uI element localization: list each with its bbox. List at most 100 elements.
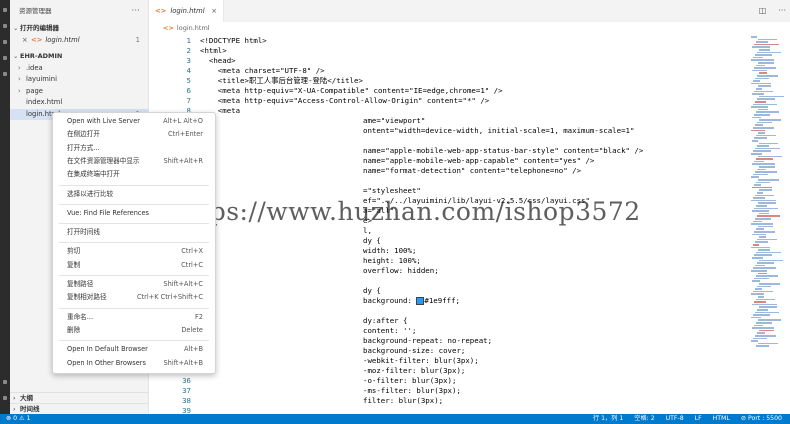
search-icon[interactable] <box>3 24 7 28</box>
minimap-line <box>753 173 768 176</box>
menu-item[interactable]: Open In Default Browser Alt+B <box>53 343 215 356</box>
menu-item[interactable]: 复制 Ctrl+C <box>53 259 215 272</box>
minimap-line <box>755 171 777 173</box>
menu-item-label: 在文件资源管理器中显示 <box>67 156 140 165</box>
chevron-right-icon: › <box>18 63 21 72</box>
editor-actions: ◫ ··· <box>747 0 786 22</box>
menu-item[interactable]: 在文件资源管理器中显示 Shift+Alt+R <box>53 155 215 168</box>
menu-item-shortcut: Ctrl+K Ctrl+Shift+C <box>136 293 203 302</box>
menu-separator <box>59 242 209 244</box>
menu-item[interactable]: 删除 Delete <box>53 324 215 337</box>
close-tab-icon[interactable]: × <box>211 0 217 22</box>
code-line: ="stylesheet" <box>363 186 421 195</box>
settings-gear-icon[interactable] <box>3 396 7 400</box>
menu-item-shortcut: Shift+Alt+C <box>163 280 203 288</box>
timeline-label: 时间线 <box>20 405 40 413</box>
minimap-line <box>759 212 769 215</box>
explorer-icon[interactable] <box>3 8 7 12</box>
menu-item[interactable]: 复制路径 Shift+Alt+C <box>53 278 215 291</box>
tab-login-html[interactable]: <> login.html × <box>149 0 224 22</box>
tab-label: login.html <box>170 7 205 15</box>
more-actions-icon[interactable]: ··· <box>131 0 140 22</box>
minimap-line <box>759 306 777 308</box>
menu-item[interactable]: Open In Other Browsers Shift+Alt+B <box>53 357 215 370</box>
indentation[interactable]: 空格: 2 <box>634 415 654 422</box>
minimap-line <box>759 283 780 285</box>
minimap-line <box>752 303 777 306</box>
minimap-line <box>758 202 776 204</box>
source-control-icon[interactable] <box>3 40 7 44</box>
minimap-line <box>756 322 772 324</box>
split-editor-icon[interactable]: ◫ <box>759 6 767 15</box>
menu-item[interactable]: 在集成终端中打开 <box>53 168 215 181</box>
tree-item-page[interactable]: › page <box>10 86 148 98</box>
code-line: -o-filter: blur(3px); <box>363 376 457 385</box>
menu-item-label: 在侧边打开 <box>67 130 100 139</box>
encoding[interactable]: UTF-8 <box>666 415 684 422</box>
account-icon[interactable] <box>3 380 7 384</box>
code-line: <html> <box>200 46 227 55</box>
close-icon[interactable]: × <box>22 35 31 47</box>
menu-item[interactable]: 复制相对路径 Ctrl+K Ctrl+Shift+C <box>53 291 215 304</box>
code-line: dy { <box>363 286 381 295</box>
menu-item[interactable]: 在侧边打开 Ctrl+Enter <box>53 128 215 141</box>
minimap-line <box>751 176 759 178</box>
tree-item-idea[interactable]: › .idea <box>10 63 148 75</box>
open-editors-label: 打开的编辑器 <box>20 24 59 32</box>
debug-icon[interactable] <box>3 56 7 60</box>
minimap-line <box>755 241 768 243</box>
minimap-line <box>759 329 774 332</box>
open-editors-section[interactable]: ⌄ 打开的编辑器 <box>10 22 148 35</box>
code-line: dy { <box>363 236 381 245</box>
menu-item[interactable]: 重命名... F2 <box>53 311 215 324</box>
minimap-line <box>756 111 779 113</box>
minimap-line <box>757 309 768 311</box>
minimap-line <box>758 342 778 345</box>
minimap-line <box>757 145 769 147</box>
cursor-position[interactable]: 行 1，列 1 <box>593 415 623 422</box>
minimap-line <box>755 124 763 126</box>
menu-item[interactable]: 打开时间线 <box>53 226 215 239</box>
minimap[interactable] <box>749 34 790 414</box>
project-section[interactable]: ⌄ EHR-ADMIN <box>10 50 148 63</box>
html-file-icon: <> <box>163 24 174 32</box>
code-line: <meta http-equiv="Access-Control-Allow-O… <box>200 96 490 105</box>
minimap-line <box>751 270 767 272</box>
minimap-line <box>753 267 776 269</box>
menu-separator <box>59 184 209 186</box>
explorer-header: 资源管理器 ··· <box>10 0 148 22</box>
menu-item-shortcut: Delete <box>181 325 203 334</box>
minimap-line <box>751 153 762 155</box>
menu-item[interactable]: 剪切 Ctrl+X <box>53 245 215 258</box>
minimap-line <box>753 103 777 106</box>
tree-item-layuimini[interactable]: › layuimini <box>10 74 148 86</box>
code-line: <meta http-equiv="X-UA-Compatible" conte… <box>200 86 503 95</box>
status-bar: ⊗ 0 ⚠ 1 行 1，列 1 空格: 2 UTF-8 LF HTML ⊘ Po… <box>0 414 790 424</box>
code-line: name="apple-mobile-web-app-status-bar-st… <box>363 146 644 155</box>
more-actions-icon[interactable]: ··· <box>778 6 786 15</box>
minimap-line <box>758 225 773 228</box>
minimap-line <box>754 254 772 256</box>
tree-item-index-html[interactable]: index.html <box>10 97 148 109</box>
minimap-line <box>757 168 766 171</box>
minimap-line <box>759 166 775 168</box>
breadcrumb[interactable]: <> login.html <box>149 22 790 34</box>
minimap-line <box>756 158 773 160</box>
problems-indicator[interactable]: ⊗ 0 ⚠ 1 <box>6 414 31 424</box>
minimap-line <box>759 142 778 145</box>
minimap-line <box>751 129 765 132</box>
minimap-line <box>752 257 763 259</box>
extensions-icon[interactable] <box>3 72 7 76</box>
line-ending[interactable]: LF <box>695 415 702 422</box>
live-server-port[interactable]: ⊘ Port : 5500 <box>741 415 782 422</box>
menu-item[interactable]: 打开方式... <box>53 142 215 155</box>
minimap-line <box>751 82 771 85</box>
menu-item[interactable]: 选择以进行比较 <box>53 188 215 201</box>
minimap-line <box>758 272 767 275</box>
language-mode[interactable]: HTML <box>713 415 730 422</box>
open-editor-item[interactable]: × <> login.html 1 <box>10 35 148 47</box>
minimap-line <box>758 179 779 181</box>
minimap-line <box>751 199 776 202</box>
menu-item[interactable]: Vue: Find File References <box>53 207 215 220</box>
menu-item[interactable]: Open with Live Server Alt+L Alt+O <box>53 115 215 128</box>
